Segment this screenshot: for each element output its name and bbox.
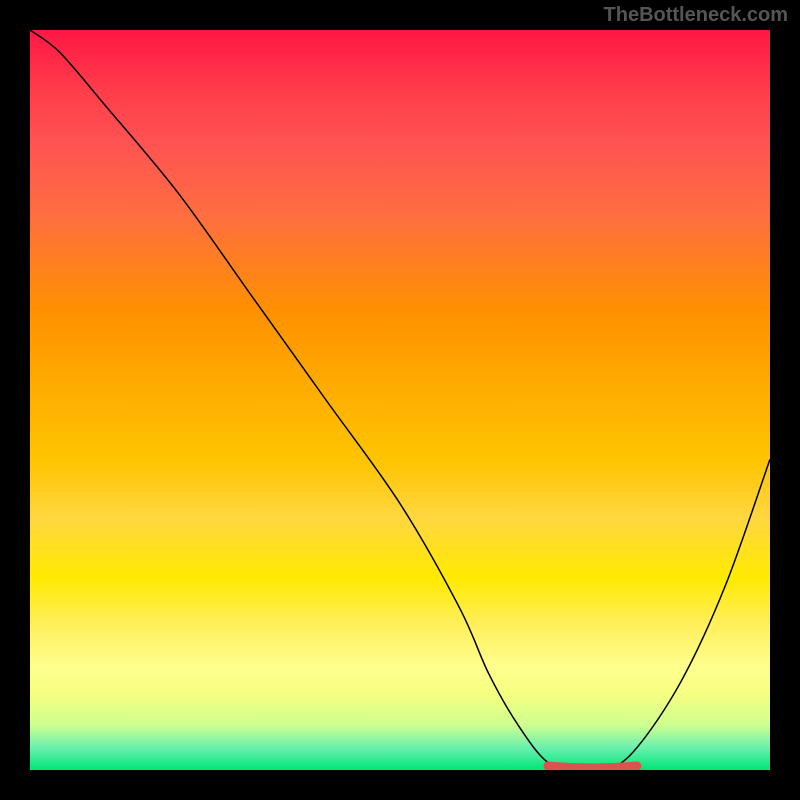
watermark-text: TheBottleneck.com — [604, 4, 788, 27]
chart-gradient-background — [30, 30, 770, 770]
